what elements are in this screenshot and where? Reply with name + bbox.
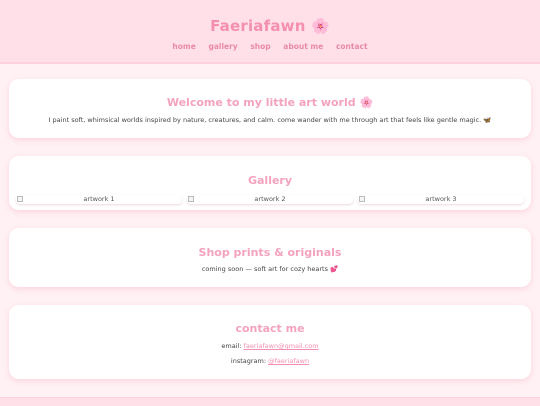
broken-image-icon (17, 196, 23, 202)
gallery-grid: artwork 1 artwork 2 artwork 3 (16, 195, 524, 204)
gallery-heading: Gallery (247, 174, 293, 187)
broken-image-icon (359, 196, 365, 202)
welcome-section: Welcome to my little art world 🌸 I paint… (9, 79, 531, 138)
nav-gallery-link[interactable]: gallery (208, 42, 237, 51)
broken-image-icon (188, 196, 194, 202)
nav-contact-link[interactable]: contact (336, 42, 368, 51)
nav-about-link[interactable]: about me (283, 42, 323, 51)
contact-instagram-line: instagram: @faeriafawn (9, 357, 531, 365)
artwork-alt-text: artwork 3 (425, 195, 457, 203)
artwork-alt-text: artwork 1 (83, 195, 115, 203)
artwork-image[interactable]: artwork 3 (358, 195, 524, 204)
instagram-label: instagram: (230, 357, 267, 365)
gallery-section: Gallery artwork 1 artwork 2 artwork 3 (9, 156, 531, 210)
artwork-image[interactable]: artwork 2 (187, 195, 353, 204)
contact-heading: contact me (235, 322, 305, 335)
welcome-text: I paint soft, whimsical worlds inspired … (48, 116, 492, 124)
contact-section: contact me email: faeriafawn@gmail.com i… (9, 305, 531, 379)
site-header: Faeriafawn 🌸 home gallery shop about me … (0, 0, 540, 64)
welcome-heading: Welcome to my little art world 🌸 (166, 96, 374, 109)
nav-shop-link[interactable]: shop (250, 42, 270, 51)
nav-home-link[interactable]: home (172, 42, 195, 51)
main-nav: home gallery shop about me contact (0, 42, 540, 51)
artwork-image[interactable]: artwork 1 (16, 195, 182, 204)
shop-heading: Shop prints & originals (198, 246, 342, 259)
shop-section: Shop prints & originals coming soon — so… (9, 228, 531, 287)
shop-text: coming soon — soft art for cozy hearts 💕 (201, 265, 339, 273)
email-link[interactable]: faeriafawn@gmail.com (244, 342, 319, 350)
email-label: email: (221, 342, 242, 350)
site-title: Faeriafawn 🌸 (210, 17, 330, 35)
artwork-alt-text: artwork 2 (254, 195, 286, 203)
instagram-link[interactable]: @faeriafawn (268, 357, 309, 365)
contact-email-line: email: faeriafawn@gmail.com (9, 342, 531, 350)
